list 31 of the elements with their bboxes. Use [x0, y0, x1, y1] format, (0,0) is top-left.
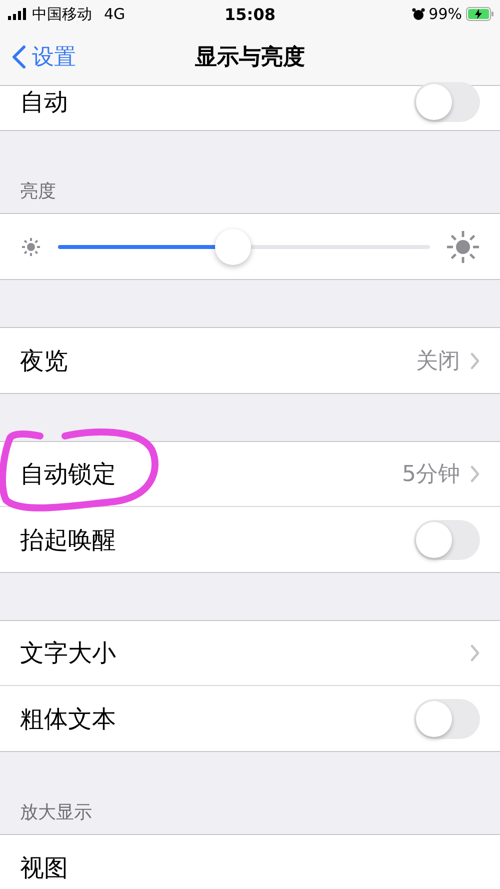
carrier-name: 中国移动 — [32, 4, 92, 24]
toggle-switch[interactable] — [414, 520, 480, 560]
setting-label: 自动锁定 — [20, 459, 117, 490]
setting-value: 关闭 — [416, 348, 460, 376]
setting-label: 自动 — [20, 87, 69, 118]
setting-label: 文字大小 — [20, 638, 117, 669]
page-title: 显示与亮度 — [195, 44, 305, 72]
setting-value: 5分钟 — [402, 461, 460, 489]
chevron-left-icon — [12, 44, 26, 68]
signal-icon — [8, 8, 28, 20]
setting-label: 粗体文本 — [20, 704, 117, 734]
slider-thumb[interactable] — [214, 228, 251, 264]
brightness-slider[interactable] — [58, 228, 430, 266]
chevron-right-icon — [470, 352, 480, 370]
chevron-right-icon — [470, 465, 480, 483]
alarm-clock-icon — [412, 8, 425, 20]
network-type: 4G — [104, 5, 126, 23]
section-header: 放大显示 — [20, 801, 92, 824]
dim-sun-icon — [20, 236, 42, 258]
toggle-switch[interactable] — [414, 82, 480, 122]
bright-sun-icon — [446, 230, 480, 264]
back-button[interactable]: 设置 — [0, 42, 76, 72]
clock-time: 15:08 — [224, 4, 276, 24]
setting-label: 视图 — [20, 852, 69, 884]
chevron-right-icon — [470, 644, 480, 662]
section-header: 亮度 — [20, 180, 56, 203]
setting-label: 抬起唤醒 — [20, 524, 117, 556]
toggle-switch[interactable] — [414, 698, 480, 738]
battery-percent: 99% — [428, 5, 462, 23]
battery-charging-icon — [466, 7, 494, 21]
setting-label: 夜览 — [20, 346, 69, 376]
